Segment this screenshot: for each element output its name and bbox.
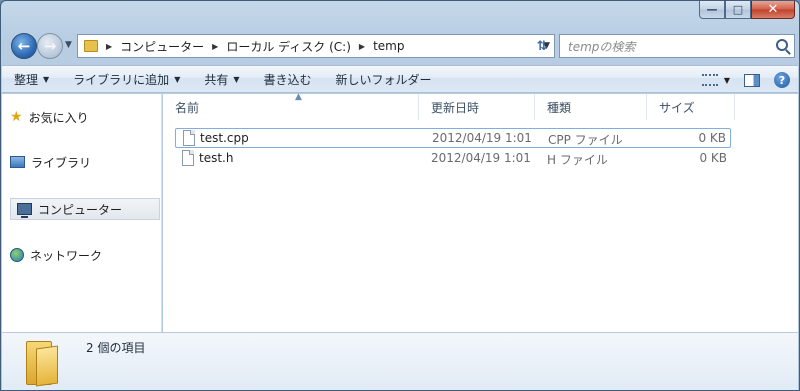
folder-icon [84, 40, 98, 52]
search-input[interactable]: tempの検索 [559, 34, 795, 58]
minimize-button[interactable]: — [699, 1, 725, 19]
file-size: 0 KB [698, 131, 726, 145]
maximize-button[interactable]: □ [725, 1, 751, 19]
column-header-name[interactable]: 名前 ▲ [163, 92, 419, 120]
file-row[interactable]: test.h 2012/04/19 1:01 H ファイル 0 KB [175, 149, 731, 169]
sidebar-item-network[interactable]: ネットワーク [10, 244, 102, 266]
view-list-icon [701, 74, 718, 86]
breadcrumb-local-disk[interactable]: ローカル ディスク (C:) [226, 38, 351, 55]
sidebar-item-computer[interactable]: コンピューター [10, 198, 160, 220]
burn-label: 書き込む [263, 72, 312, 87]
computer-icon [17, 203, 32, 218]
share-button[interactable]: 共有 ▼ [192, 65, 251, 93]
chevron-down-icon: ▼ [233, 74, 240, 84]
file-list: 名前 ▲ 更新日時 種類 サイズ test.cpp 2012/04/19 1:0… [163, 92, 798, 332]
add-to-library-button[interactable]: ライブラリに追加 ▼ [61, 65, 192, 93]
new-folder-label: 新しいフォルダー [335, 72, 432, 87]
item-count: 2 個の項目 [86, 341, 146, 355]
address-bar[interactable]: ▶ コンピューター ▶ ローカル ディスク (C:) ▶ temp ▼ [77, 34, 555, 58]
file-type: H ファイル [547, 153, 608, 167]
sidebar-item-label: コンピューター [38, 202, 123, 217]
preview-pane-icon[interactable] [744, 73, 760, 87]
file-name: test.cpp [200, 131, 249, 145]
search-placeholder: tempの検索 [568, 39, 636, 54]
file-icon [183, 130, 195, 146]
help-icon[interactable]: ? [774, 72, 790, 88]
view-controls: ▼ ? [701, 66, 790, 94]
column-header-label: サイズ [659, 100, 695, 115]
sidebar-item-libraries[interactable]: ライブラリ [10, 151, 91, 173]
forward-arrow-icon: → [43, 37, 57, 55]
sidebar-item-label: ネットワーク [30, 248, 103, 263]
chevron-right-icon[interactable]: ▶ [212, 42, 218, 51]
explorer-window: — □ ✕ ← → ▼ ▶ コンピューター ▶ ローカル ディスク (C:) ▶… [0, 0, 800, 391]
column-header-size[interactable]: サイズ [647, 94, 735, 120]
chevron-down-icon: ▼ [723, 75, 730, 85]
folder-icon [26, 341, 64, 387]
navigation-pane: ★ お気に入り ライブラリ コンピューター ネットワーク [2, 94, 162, 332]
file-modified: 2012/04/19 1:01 [431, 151, 531, 165]
sort-ascending-icon: ▲ [295, 92, 302, 102]
file-name: test.h [199, 151, 234, 165]
refresh-icon: ⇅ [536, 38, 548, 54]
chevron-right-icon[interactable]: ▶ [359, 42, 365, 51]
column-header-label: 名前 [175, 100, 200, 115]
file-modified: 2012/04/19 1:01 [432, 131, 532, 145]
chevron-down-icon: ▼ [174, 74, 181, 84]
new-folder-button[interactable]: 新しいフォルダー [324, 65, 444, 93]
star-icon: ★ [10, 109, 23, 125]
refresh-button[interactable]: ⇅ [529, 34, 555, 58]
caption-buttons: — □ ✕ [699, 1, 795, 19]
chevron-right-icon[interactable]: ▶ [106, 42, 112, 51]
back-button[interactable]: ← [11, 33, 37, 59]
file-type: CPP ファイル [548, 133, 623, 147]
change-view-button[interactable]: ▼ [701, 74, 730, 86]
minimize-icon: — [706, 3, 718, 16]
chevron-down-icon: ▼ [43, 74, 50, 84]
file-icon [182, 150, 194, 166]
command-bar: 整理 ▼ ライブラリに追加 ▼ 共有 ▼ 書き込む 新しいフォルダー ▼ ? [2, 65, 798, 93]
column-header-modified[interactable]: 更新日時 [419, 94, 535, 120]
details-pane: 2 個の項目 [2, 332, 798, 390]
network-icon [10, 248, 24, 262]
back-arrow-icon: ← [17, 37, 31, 55]
burn-button[interactable]: 書き込む [252, 65, 324, 93]
close-button[interactable]: ✕ [751, 1, 795, 19]
sidebar-item-label: ライブラリ [31, 155, 92, 170]
share-label: 共有 [204, 72, 229, 87]
breadcrumb-computer[interactable]: コンピューター [120, 38, 204, 55]
maximize-icon: □ [732, 3, 744, 16]
organize-button[interactable]: 整理 ▼ [2, 65, 61, 93]
file-row[interactable]: test.cpp 2012/04/19 1:01 CPP ファイル 0 KB [175, 128, 731, 148]
add-to-library-label: ライブラリに追加 [73, 72, 170, 87]
file-size: 0 KB [699, 151, 727, 165]
navigation-bar: ← → ▼ ▶ コンピューター ▶ ローカル ディスク (C:) ▶ temp … [7, 31, 795, 61]
library-icon [10, 156, 25, 168]
close-icon: ✕ [767, 2, 779, 17]
breadcrumb-temp[interactable]: temp [373, 39, 404, 53]
column-header-type[interactable]: 種類 [535, 94, 647, 120]
recent-pages-dropdown[interactable]: ▼ [65, 40, 72, 50]
sidebar-item-label: お気に入り [28, 110, 89, 125]
search-icon[interactable] [776, 39, 788, 51]
column-header-label: 更新日時 [431, 100, 480, 115]
sidebar-item-favorites[interactable]: ★ お気に入り [10, 106, 89, 128]
column-header-label: 種類 [547, 100, 572, 115]
organize-label: 整理 [14, 72, 39, 87]
forward-button[interactable]: → [37, 33, 63, 59]
